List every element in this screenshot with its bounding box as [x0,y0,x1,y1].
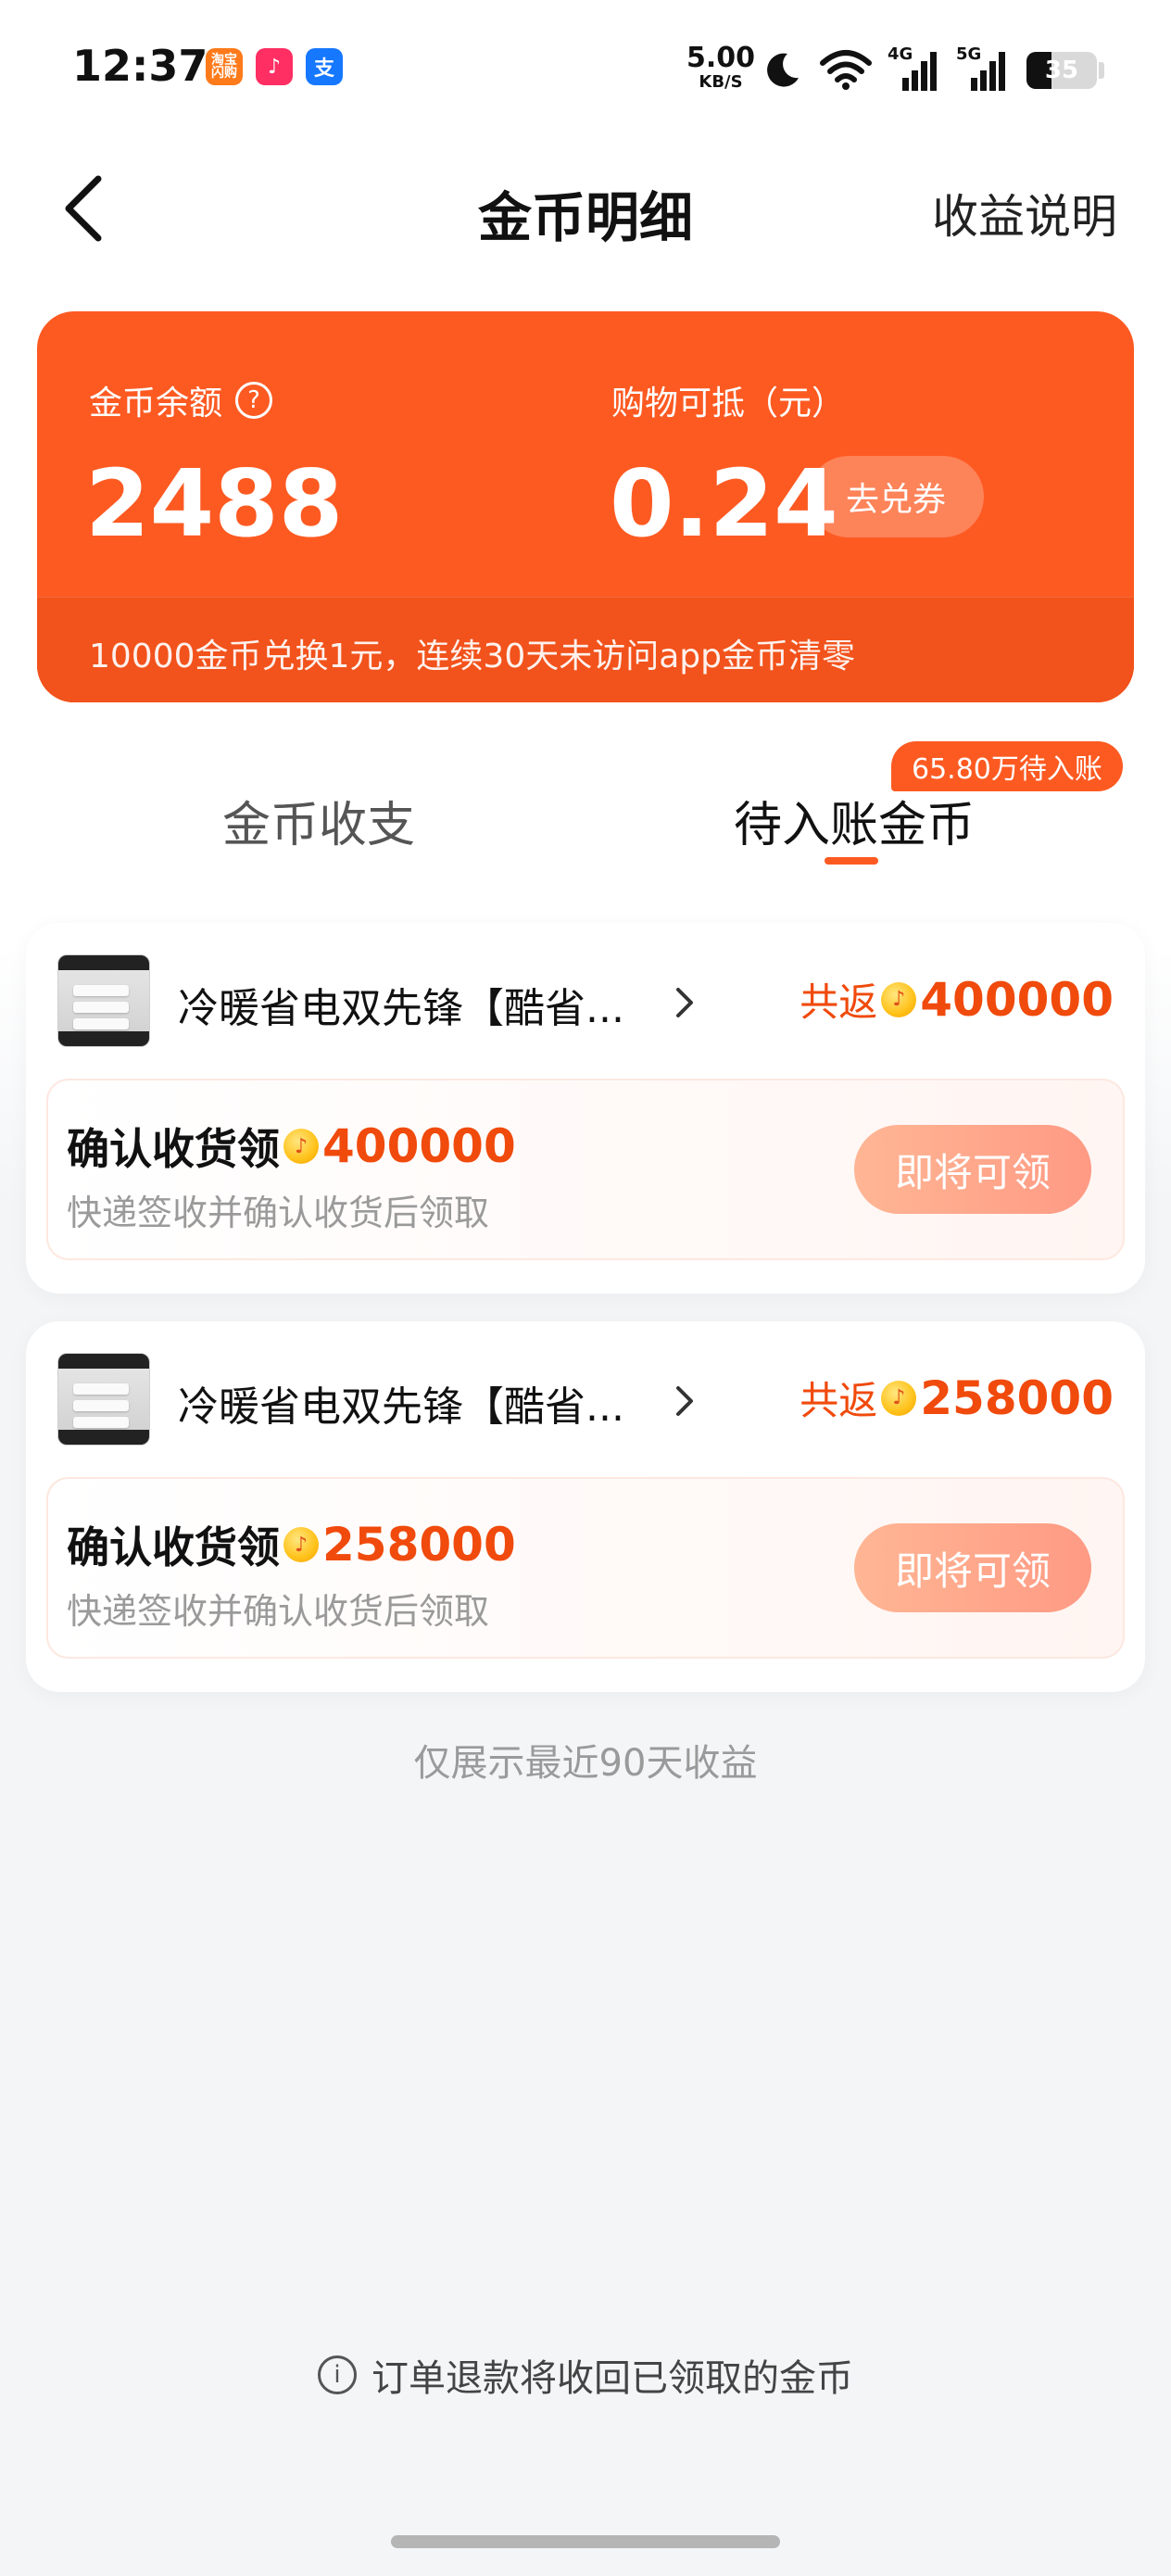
shopping-deduct-label: 购物可抵（元） [611,385,846,423]
info-icon: i [318,2355,357,2394]
claim-title: 确认收货领 258000 [67,1514,516,1575]
recent-earnings-note: 仅展示最近90天收益 [413,1742,758,1785]
battery-tip [1099,62,1104,79]
exchange-rule-note: 10000金币兑换1元，连续30天未访问app金币清零 [89,638,855,676]
coin-balance-value: 2488 [85,449,344,558]
claim-soon-button[interactable]: 即将可领 [854,1523,1091,1612]
earnings-explanation-link[interactable]: 收益说明 [932,180,1117,246]
pending-badge: 65.80万待入账 [891,741,1123,791]
shopping-deduct-value: 0.24 [610,449,838,558]
product-name[interactable]: 冷暖省电双先锋【酷省... [178,1373,660,1433]
chevron-right-icon[interactable] [665,1383,702,1420]
product-name[interactable]: 冷暖省电双先锋【酷省... [178,975,660,1034]
battery-icon: 35 [1026,52,1097,89]
balance-footer: 10000金币兑换1元，连续30天未访问app金币清零 [37,597,1134,702]
signal-4g-icon: 4G [888,44,943,93]
page-header: 金币明细 收益说明 [0,158,1171,259]
claim-box: 确认收货领 400000 快递签收并确认收货后领取 即将可领 [46,1079,1125,1260]
signal-5g-icon: 5G [956,44,1012,93]
net-speed: 5.00 KB/S [686,42,756,92]
coin-balance-label: 金币余额 ? [89,376,273,424]
coin-icon [283,1527,319,1562]
wifi-icon [820,50,872,90]
product-thumbnail[interactable] [57,954,150,1047]
order-card: 冷暖省电双先锋【酷省... 共返 400000 确认收货领 400000 快递签… [26,923,1145,1294]
tab-coin-records[interactable]: 金币收支 [222,786,415,855]
balance-top: 金币余额 ? 2488 购物可抵（元） 0.24 去兑券 [37,311,1134,597]
total-return: 共返 400000 [800,971,1114,1028]
total-return: 共返 258000 [800,1370,1114,1426]
redeem-coupon-button[interactable]: 去兑券 [808,456,984,537]
claim-subtitle: 快递签收并确认收货后领取 [67,1193,490,1233]
chevron-right-icon[interactable] [665,984,702,1021]
product-thumbnail[interactable] [57,1353,150,1446]
question-icon[interactable]: ? [235,382,273,419]
coin-icon [881,981,917,1017]
coin-icon [283,1129,319,1164]
order-card: 冷暖省电双先锋【酷省... 共返 258000 确认收货领 258000 快递签… [26,1321,1145,1692]
balance-card: 金币余额 ? 2488 购物可抵（元） 0.24 去兑券 10000金币兑换1元… [37,311,1134,702]
claim-title: 确认收货领 400000 [67,1116,516,1177]
tab-bar: 金币收支 待入账金币 65.80万待入账 [0,741,1171,880]
refund-note: i 订单退款将收回已领取的金币 [0,2348,1171,2402]
claim-soon-button[interactable]: 即将可领 [854,1125,1091,1214]
moon-icon [767,53,799,87]
active-tab-indicator [825,857,878,865]
claim-subtitle: 快递签收并确认收货后领取 [67,1591,490,1632]
claim-box: 确认收货领 258000 快递签收并确认收货后领取 即将可领 [46,1477,1125,1659]
status-bar: 12:37 淘宝闪购 ♪ 支 5.00 KB/S 4G 5G 35 [0,0,1171,139]
home-indicator[interactable] [391,2535,780,2548]
status-time: 12:37 [72,41,208,91]
alipay-icon: 支 [306,48,343,85]
tab-pending-coins[interactable]: 待入账金币 [734,786,975,855]
taobao-flash-icon: 淘宝闪购 [206,48,243,85]
coin-icon [881,1380,917,1416]
douyin-icon: ♪ [256,48,293,85]
